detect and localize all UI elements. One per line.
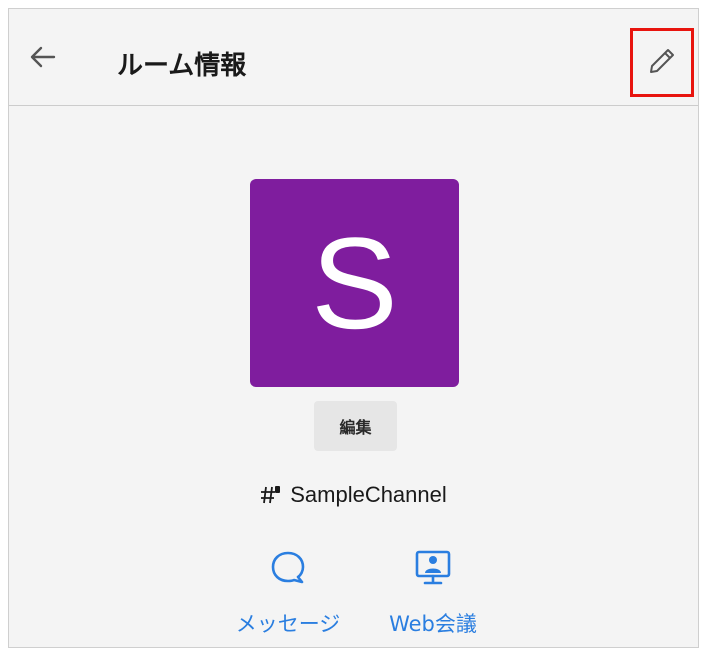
room-info-screen: ルーム情報 S 編集 SampleChannel メッセージ Web会議	[8, 8, 699, 648]
web-conference-button[interactable]: Web会議	[373, 546, 493, 638]
avatar-edit-button[interactable]: 編集	[314, 401, 397, 451]
video-conference-icon	[411, 546, 455, 590]
chat-bubble-icon	[266, 546, 310, 590]
channel-name-row: SampleChannel	[9, 482, 698, 508]
room-avatar: S	[250, 179, 459, 387]
page-title: ルーム情報	[117, 51, 247, 81]
arrow-left-icon	[30, 46, 56, 72]
edit-room-button[interactable]	[630, 28, 694, 97]
room-details: S 編集 SampleChannel メッセージ Web会議	[9, 106, 698, 647]
channel-name: SampleChannel	[290, 482, 447, 507]
web-conference-label: Web会議	[389, 612, 477, 636]
app-header: ルーム情報	[9, 9, 698, 106]
channel-hash-icon	[260, 485, 282, 505]
message-button[interactable]: メッセージ	[223, 546, 353, 638]
avatar-letter: S	[311, 210, 398, 356]
back-button[interactable]	[23, 39, 63, 79]
message-label: メッセージ	[235, 612, 341, 636]
pencil-icon	[647, 46, 677, 80]
